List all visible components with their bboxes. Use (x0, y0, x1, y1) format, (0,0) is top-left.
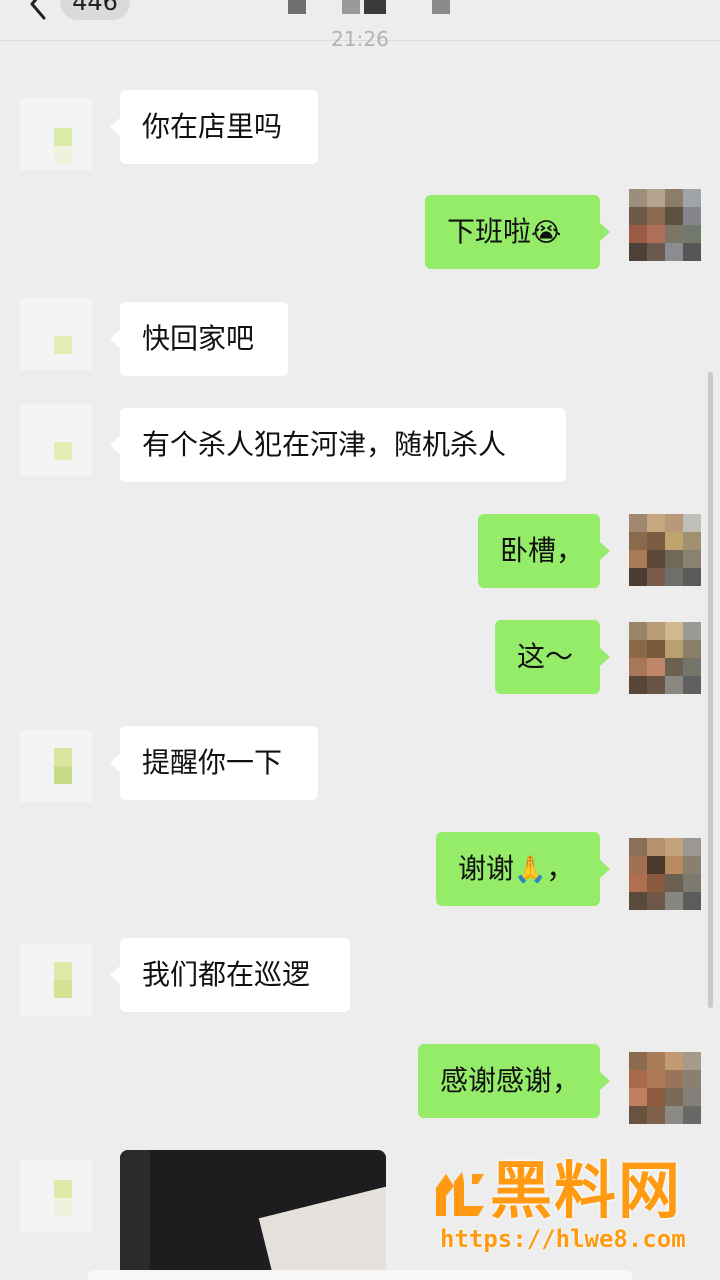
outgoing-message-bubble[interactable]: 下班啦😭 (425, 195, 610, 269)
crying-face-emoji: 😭 (531, 218, 562, 248)
contact-avatar[interactable] (20, 404, 92, 476)
outgoing-message-bubble[interactable]: 感谢感谢， (418, 1044, 610, 1118)
contact-avatar[interactable] (20, 1160, 92, 1232)
incoming-message-bubble[interactable]: 有个杀人犯在河津，随机杀人 (110, 408, 566, 482)
message-text: 卧槽， (500, 534, 585, 567)
incoming-message-bubble[interactable]: 快回家吧 (110, 302, 288, 376)
image-content (258, 1165, 386, 1280)
outgoing-message-bubble[interactable]: 这～ (495, 620, 610, 694)
contact-avatar[interactable] (20, 944, 92, 1016)
message-text: 提醒你一下 (142, 746, 283, 779)
watermark-brand: 黑料网 (490, 1154, 683, 1227)
image-content (120, 1150, 150, 1280)
message-text: 这～ (517, 640, 574, 673)
user-avatar[interactable] (629, 1052, 701, 1124)
user-avatar[interactable] (629, 514, 701, 586)
input-bar-edge (88, 1270, 632, 1280)
user-avatar[interactable] (629, 189, 701, 261)
incoming-image-message[interactable] (120, 1150, 386, 1280)
message-text: 感谢感谢， (440, 1064, 581, 1097)
site-watermark: 黑料网 https://hlwe8.com (432, 1156, 702, 1262)
watermark-logo-icon (436, 1172, 484, 1216)
message-text: 有个杀人犯在河津，随机杀人 (142, 428, 507, 461)
contact-avatar[interactable] (20, 98, 92, 170)
scrollbar[interactable] (708, 372, 713, 1008)
message-text: 快回家吧 (142, 322, 255, 355)
folded-hands-emoji: 🙏 (514, 855, 547, 885)
message-text: 下班啦 (447, 215, 532, 248)
user-avatar[interactable] (629, 838, 701, 910)
message-text: 我们都在巡逻 (142, 958, 311, 991)
contact-avatar[interactable] (20, 730, 92, 802)
outgoing-message-bubble[interactable]: 卧槽， (478, 514, 610, 588)
chat-screen: 446 21:26 你在店里吗 下班啦😭 快回家吧 有个杀人犯在河津，随机杀人 … (0, 0, 720, 1280)
outgoing-message-bubble[interactable]: 谢谢🙏， (436, 832, 610, 906)
chat-title-redacted (284, 0, 454, 14)
user-avatar[interactable] (629, 622, 701, 694)
more-options-icon[interactable] (650, 0, 690, 2)
contact-avatar[interactable] (20, 298, 92, 370)
message-text: 你在店里吗 (142, 110, 283, 143)
watermark-url: https://hlwe8.com (440, 1225, 686, 1253)
incoming-message-bubble[interactable]: 提醒你一下 (110, 726, 318, 800)
message-text-suffix: ， (546, 852, 575, 885)
unread-count-badge[interactable]: 446 (60, 0, 130, 20)
message-timestamp: 21:26 (331, 27, 389, 51)
message-text: 谢谢 (458, 852, 515, 885)
incoming-message-bubble[interactable]: 你在店里吗 (110, 90, 318, 164)
back-arrow-icon[interactable] (24, 0, 50, 20)
incoming-message-bubble[interactable]: 我们都在巡逻 (110, 938, 350, 1012)
